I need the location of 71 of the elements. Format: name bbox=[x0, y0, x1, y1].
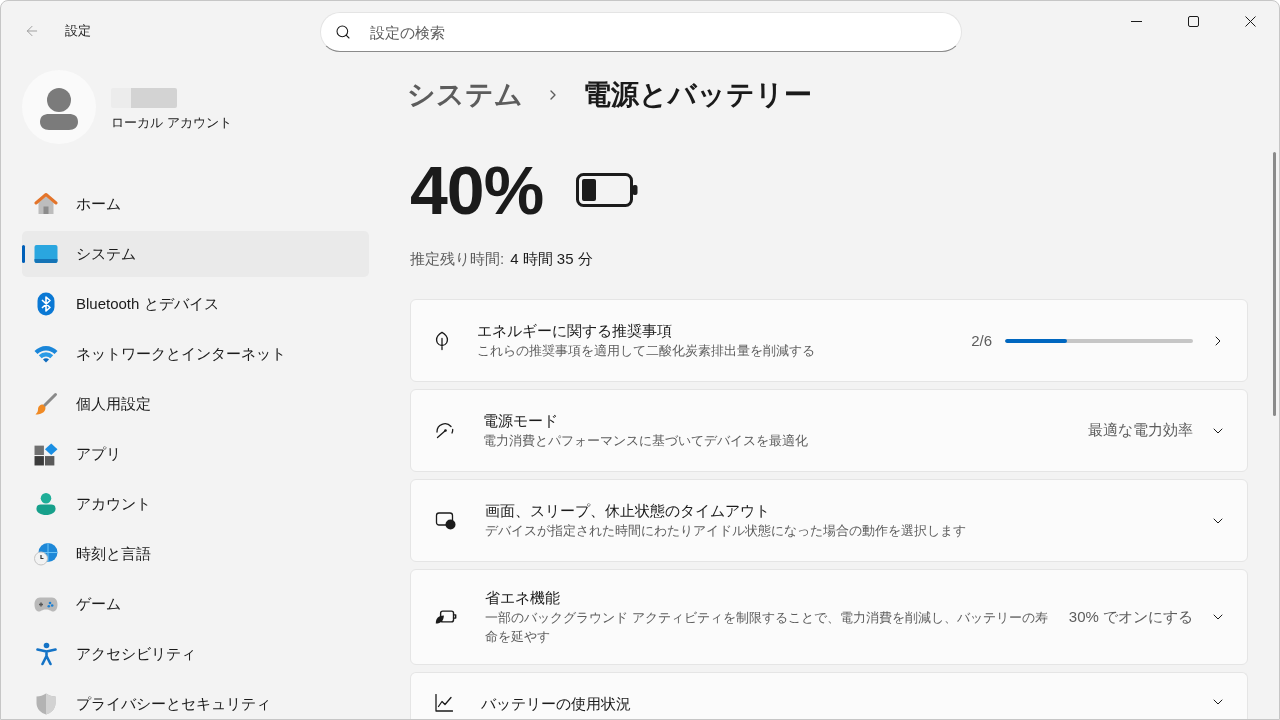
card-title: バッテリーの使用状況 bbox=[481, 694, 632, 714]
sidebar-item-label: アプリ bbox=[76, 444, 121, 464]
sidebar-item-label: ホーム bbox=[76, 194, 121, 214]
battery-leaf-icon bbox=[435, 610, 457, 624]
card-description: デバイスが指定された時間にわたりアイドル状態になった場合の動作を選択します bbox=[485, 522, 967, 540]
sidebar-item-label: ゲーム bbox=[76, 594, 121, 614]
card-description: 電力消費とパフォーマンスに基づいてデバイスを最適化 bbox=[483, 432, 809, 450]
sidebar-item[interactable]: アクセシビリティ bbox=[22, 631, 369, 677]
paintbrush-icon bbox=[34, 392, 58, 416]
window-title: 設定 bbox=[65, 21, 91, 40]
card-title: 画面、スリープ、休止状態のタイムアウト bbox=[485, 501, 771, 521]
game-controller-icon bbox=[34, 596, 58, 612]
sidebar-item[interactable]: ホーム bbox=[22, 181, 369, 227]
settings-card[interactable]: 電源モード 電力消費とパフォーマンスに基づいてデバイスを最適化 最適な電力効率 bbox=[410, 389, 1248, 472]
sidebar-item[interactable]: Bluetooth とデバイス bbox=[22, 281, 369, 327]
account-type: ローカル アカウント bbox=[111, 114, 232, 132]
minimize-icon bbox=[1131, 20, 1142, 22]
monitor-icon bbox=[34, 245, 58, 263]
screen-moon-icon bbox=[435, 511, 457, 530]
close-icon bbox=[1245, 15, 1256, 27]
settings-card[interactable]: エネルギーに関する推奨事項 これらの推奨事項を適用して二酸化炭素排出量を削減する 2/6 bbox=[410, 299, 1248, 382]
sidebar-item[interactable]: 個人用設定 bbox=[22, 381, 369, 427]
shield-icon bbox=[36, 693, 56, 715]
card-title: 省エネ機能 bbox=[485, 588, 561, 608]
breadcrumb-link[interactable]: システム bbox=[407, 76, 523, 114]
card-title: 電源モード bbox=[483, 411, 559, 431]
sidebar-item[interactable]: ネットワークとインターネット bbox=[22, 331, 369, 377]
selection-indicator bbox=[22, 245, 25, 263]
sidebar-item-label: システム bbox=[76, 244, 136, 264]
user-avatar-icon bbox=[22, 70, 96, 144]
card-value: 30% でオンにする bbox=[1068, 607, 1193, 627]
sidebar-item[interactable]: システム bbox=[22, 231, 369, 277]
maximize-icon bbox=[1188, 15, 1199, 27]
line-chart-icon bbox=[435, 694, 453, 712]
sidebar-item-label: ネットワークとインターネット bbox=[76, 344, 286, 364]
bluetooth-icon bbox=[37, 292, 55, 316]
sidebar-item-label: Bluetooth とデバイス bbox=[76, 294, 219, 314]
sidebar-item-label: 時刻と言語 bbox=[76, 544, 151, 564]
sidebar-item-label: アカウント bbox=[76, 494, 151, 514]
accessibility-icon bbox=[35, 642, 57, 666]
house-icon bbox=[34, 192, 58, 216]
page-title: 電源とバッテリー bbox=[583, 78, 812, 112]
sidebar-item[interactable]: アカウント bbox=[22, 481, 369, 527]
sidebar-item-label: プライバシーとセキュリティ bbox=[76, 694, 271, 714]
sidebar-item[interactable]: ゲーム bbox=[22, 581, 369, 627]
person-icon bbox=[36, 492, 56, 516]
leaf-icon bbox=[435, 330, 449, 351]
settings-card[interactable]: バッテリーの使用状況 bbox=[410, 672, 1248, 719]
battery-percentage: 40% bbox=[410, 151, 544, 230]
settings-card[interactable]: 画面、スリープ、休止状態のタイムアウト デバイスが指定された時間にわたりアイドル状態になった場合の動作を選択します bbox=[410, 479, 1248, 562]
settings-card[interactable]: 省エネ機能 一部のバックグラウンド アクティビティを制限することで、電力消費を削減し、バッテリーの寿命を延やす 30% でオンにする bbox=[410, 569, 1248, 665]
card-description: 一部のバックグラウンド アクティビティを制限することで、電力消費を削減し、バッテリーの寿命を延やす bbox=[485, 609, 1049, 646]
blurred-name bbox=[111, 88, 177, 108]
scrollbar-thumb[interactable] bbox=[1273, 152, 1276, 416]
globe-clock-icon bbox=[34, 542, 58, 566]
gauge-icon bbox=[435, 422, 455, 439]
estimate-label: 推定残り時間: bbox=[410, 249, 505, 269]
sidebar-item-label: アクセシビリティ bbox=[76, 644, 196, 664]
sidebar-item-label: 個人用設定 bbox=[76, 394, 151, 414]
sidebar-item[interactable]: プライバシーとセキュリティ bbox=[22, 681, 369, 719]
card-value: 最適な電力効率 bbox=[1088, 421, 1193, 440]
battery-icon bbox=[576, 173, 639, 207]
sidebar-item[interactable]: 時刻と言語 bbox=[22, 531, 369, 577]
card-value: 2/6 bbox=[971, 332, 992, 349]
wifi-icon bbox=[34, 345, 58, 363]
sidebar-item[interactable]: アプリ bbox=[22, 431, 369, 477]
estimate-value: 4 時間 35 分 bbox=[510, 249, 593, 269]
apps-grid-icon bbox=[34, 442, 58, 466]
search-icon bbox=[335, 24, 351, 40]
card-description: これらの推奨事項を適用して二酸化炭素排出量を削減する bbox=[477, 342, 816, 360]
card-title: エネルギーに関する推奨事項 bbox=[477, 321, 673, 341]
